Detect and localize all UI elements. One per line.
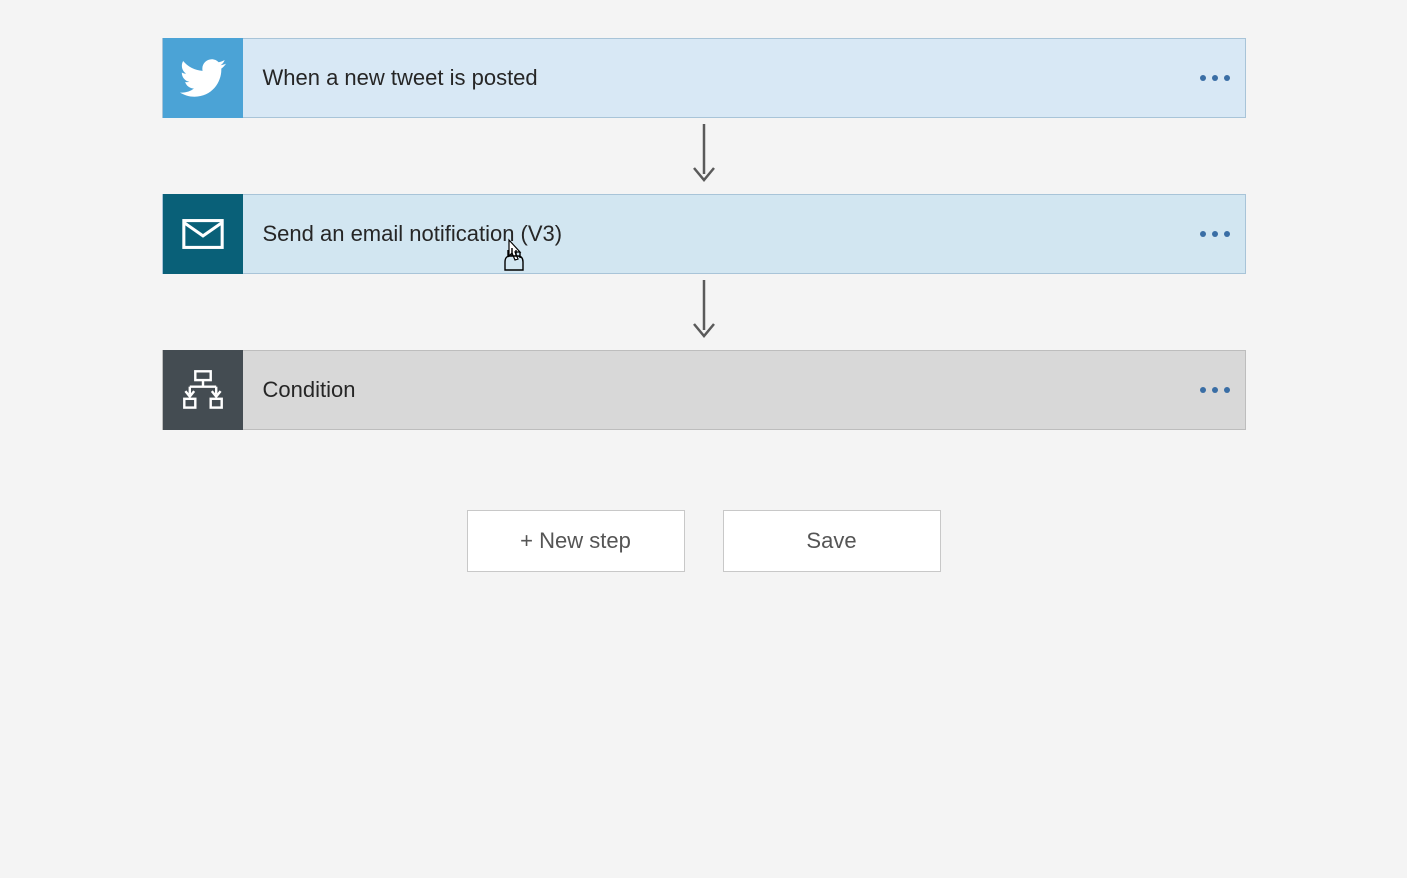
ellipsis-icon: [1200, 231, 1230, 237]
action-button-row: + New step Save: [467, 510, 941, 572]
step-title: Condition: [243, 377, 1185, 403]
save-button[interactable]: Save: [723, 510, 941, 572]
step-condition[interactable]: Condition: [162, 350, 1246, 430]
step-menu-button[interactable]: [1185, 351, 1245, 429]
flow-arrow: [689, 274, 719, 350]
flow-canvas: When a new tweet is posted Send a: [0, 0, 1407, 572]
step-menu-button[interactable]: [1185, 39, 1245, 117]
condition-icon: [163, 350, 243, 430]
twitter-icon: [163, 38, 243, 118]
step-title: When a new tweet is posted: [243, 65, 1185, 91]
step-email-notification[interactable]: Send an email notification (V3): [162, 194, 1246, 274]
flow-arrow: [689, 118, 719, 194]
step-title: Send an email notification (V3): [243, 221, 1185, 247]
mail-icon: [163, 194, 243, 274]
ellipsis-icon: [1200, 75, 1230, 81]
flow-container: When a new tweet is posted Send a: [162, 38, 1246, 572]
step-menu-button[interactable]: [1185, 195, 1245, 273]
new-step-button[interactable]: + New step: [467, 510, 685, 572]
step-twitter-trigger[interactable]: When a new tweet is posted: [162, 38, 1246, 118]
ellipsis-icon: [1200, 387, 1230, 393]
